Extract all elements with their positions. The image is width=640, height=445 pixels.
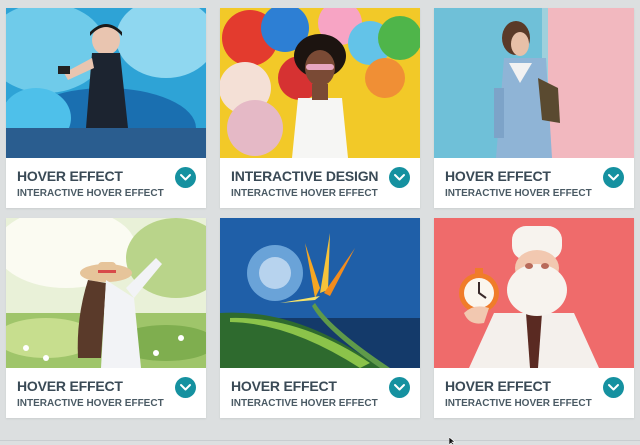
chevron-down-icon xyxy=(394,174,405,181)
card-image-flower-field xyxy=(6,218,206,368)
expand-button[interactable] xyxy=(603,167,624,188)
expand-button[interactable] xyxy=(389,167,410,188)
card-subtitle: INTERACTIVE HOVER EFFECT xyxy=(17,398,164,409)
chevron-down-icon xyxy=(394,384,405,391)
card-title: INTERACTIVE DESIGN xyxy=(231,168,379,184)
card-title: HOVER EFFECT xyxy=(231,378,337,394)
card-image-bird-of-paradise xyxy=(220,218,420,368)
expand-button[interactable] xyxy=(603,377,624,398)
page-bottom-divider xyxy=(0,440,640,441)
card-image-balloons xyxy=(220,8,420,158)
expand-button[interactable] xyxy=(389,377,410,398)
card-1[interactable]: HOVER EFFECT INTERACTIVE HOVER EFFECT xyxy=(6,8,206,208)
card-subtitle: INTERACTIVE HOVER EFFECT xyxy=(445,188,592,199)
card-grid: HOVER EFFECT INTERACTIVE HOVER EFFECT IN… xyxy=(6,8,634,418)
chevron-down-icon xyxy=(180,174,191,181)
card-title: HOVER EFFECT xyxy=(17,378,123,394)
card-subtitle: INTERACTIVE HOVER EFFECT xyxy=(17,188,164,199)
chevron-down-icon xyxy=(608,174,619,181)
card-caption: HOVER EFFECT INTERACTIVE HOVER EFFECT xyxy=(6,158,206,208)
card-title: HOVER EFFECT xyxy=(17,168,123,184)
card-6[interactable]: HOVER EFFECT INTERACTIVE HOVER EFFECT xyxy=(434,218,634,418)
card-caption: HOVER EFFECT INTERACTIVE HOVER EFFECT xyxy=(220,368,420,418)
card-caption: HOVER EFFECT INTERACTIVE HOVER EFFECT xyxy=(434,368,634,418)
expand-button[interactable] xyxy=(175,377,196,398)
chevron-down-icon xyxy=(608,384,619,391)
expand-button[interactable] xyxy=(175,167,196,188)
card-image-santa-stopwatch xyxy=(434,218,634,368)
card-image-blue-smoke xyxy=(6,8,206,158)
card-2[interactable]: INTERACTIVE DESIGN INTERACTIVE HOVER EFF… xyxy=(220,8,420,208)
card-3[interactable]: HOVER EFFECT INTERACTIVE HOVER EFFECT xyxy=(434,8,634,208)
card-subtitle: INTERACTIVE HOVER EFFECT xyxy=(445,398,592,409)
card-title: HOVER EFFECT xyxy=(445,378,551,394)
card-4[interactable]: HOVER EFFECT INTERACTIVE HOVER EFFECT xyxy=(6,218,206,418)
chevron-down-icon xyxy=(180,384,191,391)
card-title: HOVER EFFECT xyxy=(445,168,551,184)
card-subtitle: INTERACTIVE HOVER EFFECT xyxy=(231,188,378,199)
card-subtitle: INTERACTIVE HOVER EFFECT xyxy=(231,398,378,409)
mouse-pointer-icon xyxy=(449,437,456,445)
card-image-denim-jacket xyxy=(434,8,634,158)
card-caption: INTERACTIVE DESIGN INTERACTIVE HOVER EFF… xyxy=(220,158,420,208)
card-caption: HOVER EFFECT INTERACTIVE HOVER EFFECT xyxy=(6,368,206,418)
card-caption: HOVER EFFECT INTERACTIVE HOVER EFFECT xyxy=(434,158,634,208)
card-5[interactable]: HOVER EFFECT INTERACTIVE HOVER EFFECT xyxy=(220,218,420,418)
